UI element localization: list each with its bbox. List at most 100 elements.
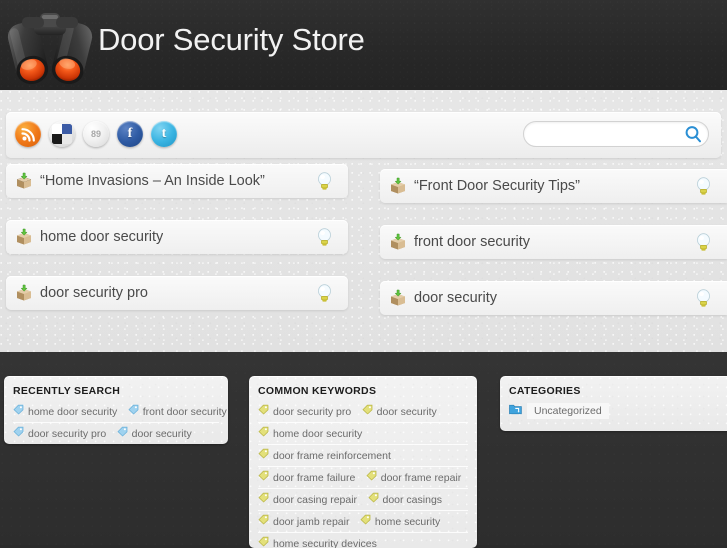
recent-search-link[interactable]: home door security <box>13 404 117 419</box>
keyword-link[interactable]: home door security <box>258 426 362 441</box>
facebook-glyph: f <box>128 127 133 141</box>
result-label: “Home Invasions – An Inside Look” <box>40 173 265 189</box>
results-column-right: “Front Door Security Tips” <box>380 169 727 337</box>
rss-icon[interactable] <box>15 121 41 147</box>
link-text: door security pro <box>273 405 351 419</box>
result-row[interactable]: door security pro <box>6 276 348 310</box>
result-label: door security pro <box>40 285 148 301</box>
keyword-link[interactable]: home security <box>360 514 440 529</box>
keyword-link[interactable]: door security <box>362 404 437 419</box>
list-item: door casing repair door casings <box>258 489 468 511</box>
search-button[interactable] <box>684 125 703 144</box>
lightbulb-icon[interactable] <box>696 177 711 196</box>
result-row[interactable]: “Front Door Security Tips” <box>380 169 727 203</box>
package-icon <box>389 233 407 251</box>
digg-count: 89 <box>91 130 101 139</box>
recently-search-list: home door security front door security <box>4 401 228 444</box>
package-icon <box>389 177 407 195</box>
keyword-link[interactable]: door frame failure <box>258 470 355 485</box>
keyword-link[interactable]: door security pro <box>258 404 351 419</box>
facebook-icon[interactable]: f <box>117 121 143 147</box>
package-icon <box>15 172 33 190</box>
twitter-icon[interactable]: t <box>151 121 177 147</box>
keyword-link[interactable]: door casings <box>368 492 443 507</box>
link-text: door frame repair <box>381 471 462 485</box>
link-text: home security devices <box>273 537 377 548</box>
result-label: door security <box>414 290 497 306</box>
list-item: home door security <box>258 423 468 445</box>
recently-search-panel: RECENTLY SEARCH home door security <box>4 376 228 444</box>
link-text: door frame failure <box>273 471 355 485</box>
result-row[interactable]: door security <box>380 281 727 315</box>
toolbar-panel: 89 f t <box>6 112 721 158</box>
keyword-link[interactable]: door frame reinforcement <box>258 448 391 463</box>
list-item: door security pro door security <box>13 423 219 444</box>
results-column-left: “Home Invasions – An Inside Look” <box>6 164 348 332</box>
tag-icon <box>362 404 373 419</box>
tag-icon <box>13 426 24 441</box>
tag-icon <box>366 470 377 485</box>
twitter-glyph: t <box>162 127 167 141</box>
link-text: door security <box>377 405 437 419</box>
tag-icon <box>258 404 269 419</box>
categories-title: CATEGORIES <box>509 385 727 397</box>
list-item: home security devices <box>258 533 468 548</box>
lightbulb-icon[interactable] <box>317 172 332 191</box>
lightbulb-icon[interactable] <box>317 228 332 247</box>
lightbulb-icon[interactable] <box>696 233 711 252</box>
delicious-icon[interactable] <box>49 121 75 147</box>
tag-icon <box>258 536 269 548</box>
digg-icon[interactable]: 89 <box>83 121 109 147</box>
recent-search-link[interactable]: door security pro <box>13 426 106 441</box>
common-keywords-panel: COMMON KEYWORDS door security pro <box>249 376 477 548</box>
category-item[interactable]: Uncategorized <box>509 402 727 420</box>
tag-icon <box>258 426 269 441</box>
link-text: door casing repair <box>273 493 357 507</box>
link-text: home door security <box>28 405 117 419</box>
result-row[interactable]: front door security <box>380 225 727 259</box>
list-item: door frame failure door frame repair <box>258 467 468 489</box>
main-content: 89 f t <box>0 90 727 352</box>
tag-icon <box>258 448 269 463</box>
result-label: home door security <box>40 229 163 245</box>
category-link[interactable]: Uncategorized <box>527 403 609 419</box>
tag-icon <box>128 404 139 419</box>
search-icon <box>684 125 703 144</box>
package-icon <box>15 284 33 302</box>
keyword-link[interactable]: door frame repair <box>366 470 462 485</box>
list-item: door jamb repair home security <box>258 511 468 533</box>
search-input[interactable] <box>523 121 709 147</box>
lightbulb-icon[interactable] <box>317 284 332 303</box>
list-item: home door security front door security <box>13 401 219 423</box>
list-item: door frame reinforcement <box>258 445 468 467</box>
link-text: front door security <box>143 405 227 419</box>
recent-search-link[interactable]: door security <box>117 426 192 441</box>
tag-icon <box>360 514 371 529</box>
result-row[interactable]: home door security <box>6 220 348 254</box>
tag-icon <box>13 404 24 419</box>
lightbulb-icon[interactable] <box>696 289 711 308</box>
tag-icon <box>258 514 269 529</box>
result-row[interactable]: “Home Invasions – An Inside Look” <box>6 164 348 198</box>
keyword-link[interactable]: door casing repair <box>258 492 357 507</box>
tag-icon <box>258 470 269 485</box>
site-header: Door Security Store <box>0 0 727 90</box>
link-text: home door security <box>273 427 362 441</box>
link-text: door security pro <box>28 427 106 441</box>
recently-search-title: RECENTLY SEARCH <box>13 385 228 397</box>
link-text: door frame reinforcement <box>273 449 391 463</box>
link-text: door jamb repair <box>273 515 349 529</box>
tag-icon <box>368 492 379 507</box>
recent-search-link[interactable]: front door security <box>128 404 227 419</box>
link-text: door security <box>132 427 192 441</box>
result-label: “Front Door Security Tips” <box>414 178 580 194</box>
link-text: home security <box>375 515 440 529</box>
social-icon-row: 89 f t <box>15 121 177 147</box>
package-icon <box>15 228 33 246</box>
keyword-link[interactable]: door jamb repair <box>258 514 349 529</box>
tag-icon <box>117 426 128 441</box>
keyword-link[interactable]: home security devices <box>258 536 377 548</box>
link-text: door casings <box>383 493 443 507</box>
page-title: Door Security Store <box>98 22 365 58</box>
tag-icon <box>258 492 269 507</box>
